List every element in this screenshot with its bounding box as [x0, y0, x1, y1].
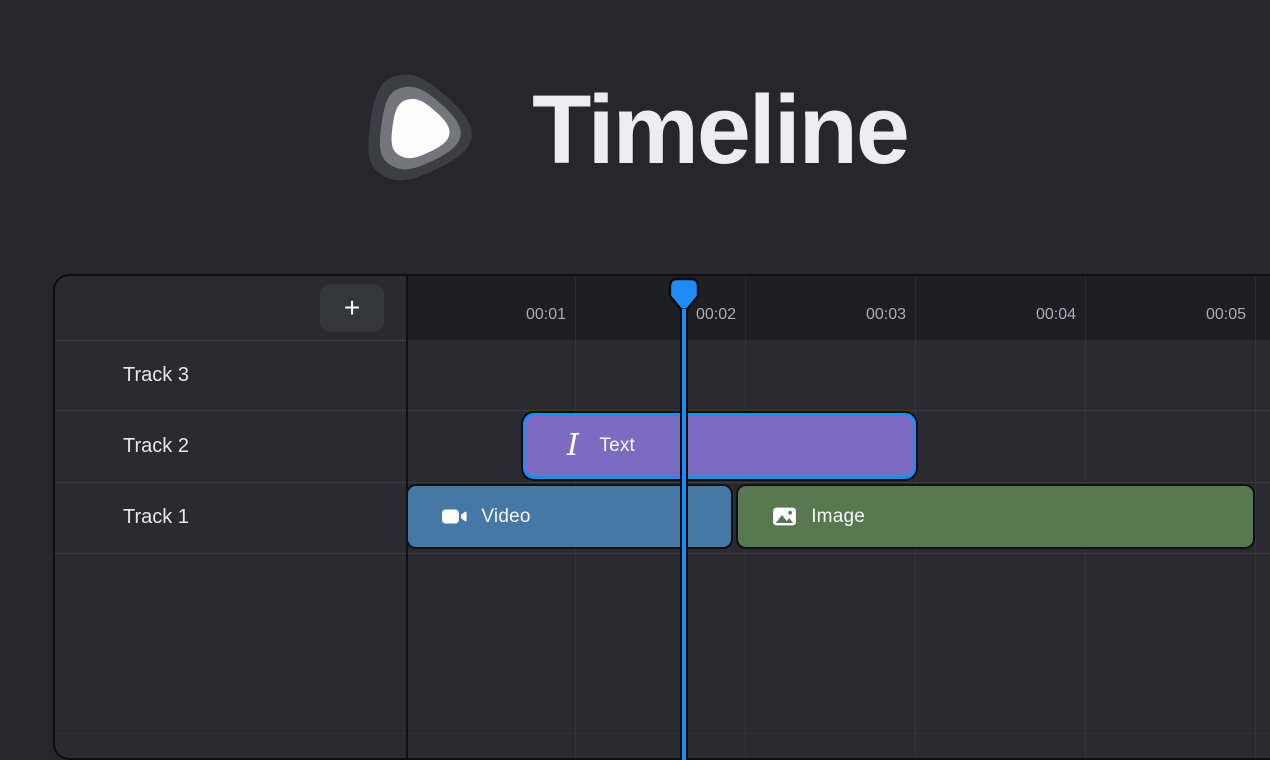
track-name: Track 3	[123, 364, 189, 387]
row-divider	[55, 410, 1270, 411]
text-italic-icon: I	[559, 433, 586, 460]
playhead-line	[680, 309, 688, 760]
row-divider	[55, 553, 1270, 554]
plus-icon: +	[344, 294, 360, 322]
page-title: Timeline	[532, 64, 908, 196]
ruler-time-label: 00:03	[765, 306, 906, 324]
track-header-track-1: Track 1	[55, 482, 406, 553]
track-name: Track 2	[123, 435, 189, 458]
playhead-handle[interactable]	[666, 276, 702, 313]
clip-label: Image	[811, 506, 865, 528]
track-header-track-2: Track 2	[55, 410, 406, 482]
row-divider	[55, 482, 1270, 483]
clip-label: Text	[599, 435, 635, 457]
ruler-time-label: 00:01	[425, 306, 566, 324]
video-camera-icon	[441, 503, 468, 530]
ruler-time-label: 00:05	[1105, 306, 1246, 324]
track-name: Track 1	[123, 506, 189, 529]
image-icon	[771, 503, 798, 530]
ruler-time-label: 00:04	[935, 306, 1076, 324]
clip-image[interactable]: Image	[738, 486, 1253, 547]
app-header: Timeline	[0, 64, 1270, 196]
clip-text[interactable]: I Text	[523, 413, 915, 479]
track-header-track-3: Track 3	[55, 340, 406, 410]
header-divider	[55, 340, 406, 341]
row-divider	[55, 733, 1270, 734]
timeline-panel: + Track 3 Track 2 Track 1 I Text Video	[55, 276, 1270, 758]
ruler-gridline	[1255, 276, 1256, 758]
clip-label: Video	[481, 506, 530, 528]
add-track-button[interactable]: +	[320, 284, 384, 332]
play-logo-icon	[362, 64, 480, 196]
